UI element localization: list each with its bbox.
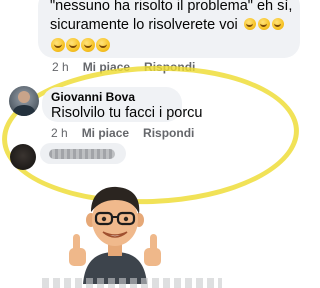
laughing-emoji-icon bbox=[96, 38, 110, 52]
next-comment-cutoff bbox=[42, 278, 222, 288]
top-comment-emoji-row bbox=[51, 38, 110, 52]
laughing-emoji-icon bbox=[51, 38, 65, 52]
top-comment-actions: 2 h Mi piace Rispondi bbox=[52, 60, 195, 74]
reply-reply-button[interactable]: Rispondi bbox=[143, 126, 194, 140]
top-comment-line-2: sicuramente lo risolverete voi bbox=[50, 17, 238, 33]
memoji-thumbs-up-sticker bbox=[69, 186, 161, 284]
laughing-emoji-icon bbox=[66, 38, 80, 52]
reply-comment-text: Risolvilo tu facci i porcu bbox=[51, 105, 203, 121]
top-comment-line-1: "nessuno ha risolto il problema" eh sì, bbox=[50, 0, 293, 14]
laughing-emoji-icon bbox=[271, 18, 284, 30]
user-avatar[interactable] bbox=[10, 144, 36, 170]
reply-author-name[interactable]: Giovanni Bova bbox=[51, 90, 135, 104]
user-avatar[interactable] bbox=[9, 86, 39, 116]
reply-comment-time: 2 h bbox=[51, 126, 68, 140]
reply-comment-actions: 2 h Mi piace Rispondi bbox=[51, 126, 194, 140]
laughing-emoji-icon bbox=[243, 18, 256, 30]
laughing-emoji-icon bbox=[81, 38, 95, 52]
top-comment-like-button[interactable]: Mi piace bbox=[83, 60, 130, 74]
reply-like-button[interactable]: Mi piace bbox=[82, 126, 129, 140]
redacted-name-blur bbox=[49, 149, 115, 159]
top-comment-time: 2 h bbox=[52, 60, 69, 74]
top-comment-line-2-wrap: sicuramente lo risolverete voi bbox=[50, 16, 284, 34]
laughing-emoji-icon bbox=[257, 18, 270, 30]
top-comment-reply-button[interactable]: Rispondi bbox=[144, 60, 195, 74]
